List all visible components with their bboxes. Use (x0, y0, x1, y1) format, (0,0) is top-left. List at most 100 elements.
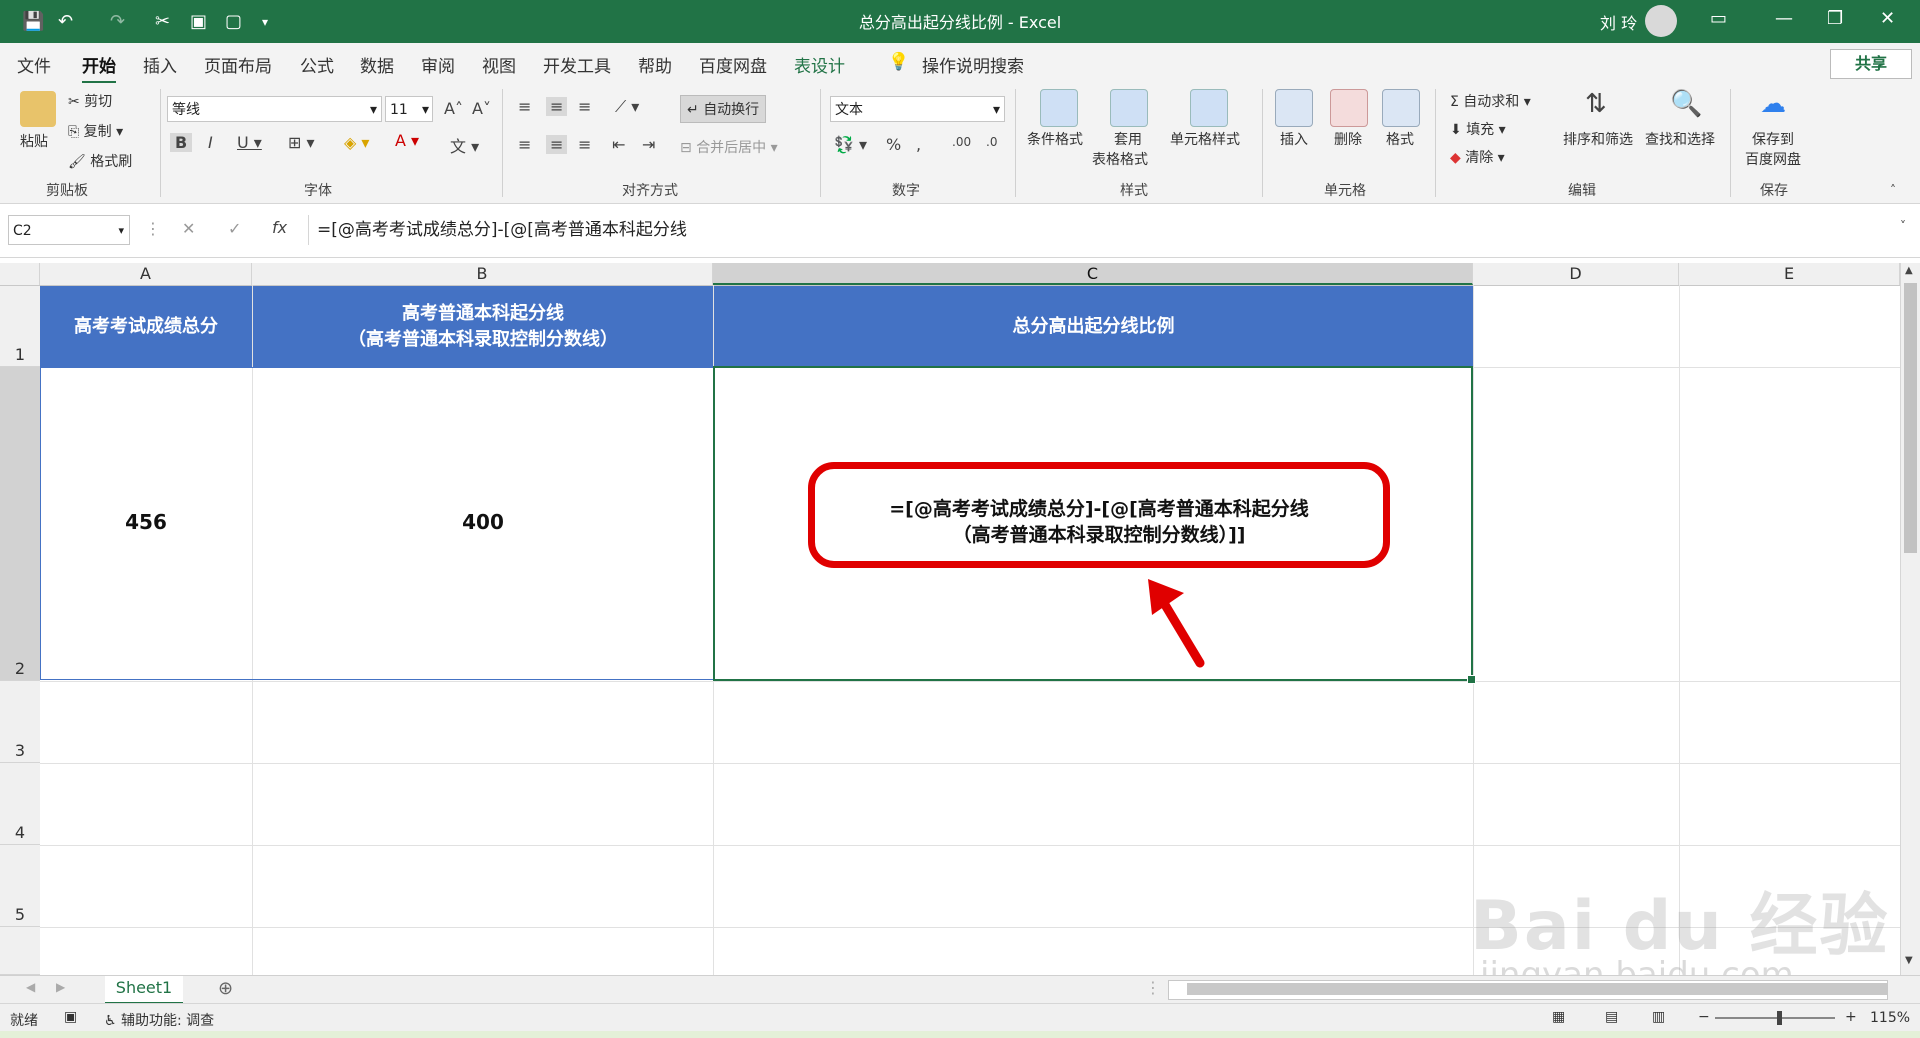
prev-sheet-icon[interactable]: ◀ (26, 980, 35, 994)
insert-cells-button[interactable]: 插入 (1280, 129, 1308, 149)
header-cell-a1[interactable]: 高考考试成绩总分 (40, 286, 252, 367)
comma-icon[interactable]: , (916, 135, 921, 154)
normal-view-icon[interactable]: ▦ (1552, 1009, 1565, 1025)
format-as-table-icon[interactable] (1110, 89, 1148, 127)
row-header-2[interactable]: 2 (0, 367, 40, 681)
cancel-entry-icon[interactable]: ✕ (182, 219, 195, 238)
vertical-scrollbar[interactable]: ▲ ▼ (1900, 263, 1920, 975)
user-name[interactable]: 刘 玲 (1600, 10, 1637, 34)
scroll-down-icon[interactable]: ▼ (1905, 955, 1913, 966)
accessibility-status[interactable]: ♿ 辅助功能: 调查 (104, 1010, 214, 1030)
row-header-6[interactable] (0, 927, 40, 975)
font-color-icon[interactable]: A ▾ (395, 131, 419, 150)
tab-developer[interactable]: 开发工具 (543, 52, 611, 77)
expand-formula-icon[interactable]: ˅ (1900, 219, 1906, 233)
avatar[interactable] (1645, 5, 1677, 37)
tab-data[interactable]: 数据 (360, 52, 394, 77)
insert-cells-icon[interactable] (1275, 89, 1313, 127)
select-all-corner[interactable] (0, 263, 40, 285)
align-top-icon[interactable]: ≡ (518, 97, 531, 116)
column-header-d[interactable]: D (1473, 263, 1679, 285)
decrease-decimal-icon[interactable]: .0 (986, 135, 997, 149)
header-cell-c1[interactable]: 总分高出起分线比例 (714, 286, 1473, 367)
paste-icon[interactable] (20, 91, 56, 127)
save-netdisk-line1[interactable]: 保存到 (1752, 129, 1794, 149)
increase-decimal-icon[interactable]: .00 (952, 135, 971, 149)
currency-icon[interactable]: 💱 ▾ (834, 135, 867, 154)
cell-c2-formula[interactable]: =[@高考考试成绩总分]-[@[高考普通本科起分线 （高考普通本科录取控制分数线… (820, 496, 1378, 548)
macro-record-icon[interactable]: ▣ (64, 1009, 77, 1025)
zoom-slider[interactable] (1715, 1011, 1835, 1025)
format-as-table-line1[interactable]: 套用 (1114, 129, 1142, 149)
increase-font-icon[interactable]: A˄ (444, 99, 463, 118)
align-right-icon[interactable]: ≡ (578, 135, 591, 154)
horizontal-scroll-thumb[interactable] (1187, 983, 1887, 995)
zoom-level[interactable]: 115% (1870, 1010, 1910, 1026)
decrease-indent-icon[interactable]: ⇤ (612, 135, 625, 154)
delete-cells-button[interactable]: 删除 (1334, 129, 1362, 149)
percent-icon[interactable]: % (886, 135, 901, 154)
align-middle-icon[interactable]: ≡ (546, 97, 568, 116)
number-format-select[interactable]: 文本 ▾ (830, 96, 1005, 122)
add-sheet-icon[interactable]: ⊕ (218, 978, 233, 999)
page-layout-view-icon[interactable]: ▤ (1605, 1009, 1618, 1025)
conditional-format-icon[interactable] (1040, 89, 1078, 127)
row-header-5[interactable]: 5 (0, 845, 40, 927)
bold-icon[interactable]: B (170, 133, 193, 152)
row-header-4[interactable]: 4 (0, 763, 40, 845)
decrease-font-icon[interactable]: A˅ (472, 99, 491, 118)
fill-color-icon[interactable]: ◈ ▾ (344, 133, 369, 152)
header-cell-b1[interactable]: 高考普通本科起分线 （高考普通本科录取控制分数线） (253, 286, 713, 367)
tab-home[interactable]: 开始 (82, 52, 116, 84)
italic-icon[interactable]: I (208, 133, 213, 152)
zoom-in-icon[interactable]: + (1845, 1009, 1857, 1025)
tab-review[interactable]: 审阅 (421, 52, 455, 77)
baidu-netdisk-icon[interactable]: ☁ (1760, 89, 1786, 119)
zoom-slider-thumb[interactable] (1777, 1011, 1782, 1025)
merge-center-button[interactable]: ⊟ 合并后居中 ▾ (680, 137, 778, 157)
vertical-scroll-thumb[interactable] (1904, 283, 1917, 553)
tab-help[interactable]: 帮助 (638, 52, 672, 77)
clear-button[interactable]: ◆ 清除 ▾ (1450, 147, 1505, 167)
close-icon[interactable]: ✕ (1880, 8, 1895, 29)
orientation-icon[interactable]: ⟋ ▾ (615, 97, 639, 117)
cut-button[interactable]: ✂ 剪切 (68, 91, 112, 111)
font-name-select[interactable]: 等线 ▾ (167, 96, 382, 122)
collapse-ribbon-icon[interactable]: ˄ (1890, 183, 1896, 197)
increase-indent-icon[interactable]: ⇥ (642, 135, 655, 154)
fill-button[interactable]: ⬇ 填充 ▾ (1450, 119, 1506, 139)
find-select-icon[interactable]: 🔍 (1670, 89, 1702, 119)
confirm-entry-icon[interactable]: ✓ (228, 219, 241, 238)
page-break-view-icon[interactable]: ▥ (1652, 1009, 1665, 1025)
wrap-text-button[interactable]: ↵ 自动换行 (680, 95, 767, 123)
font-size-select[interactable]: 11 ▾ (385, 96, 433, 122)
conditional-format-button[interactable]: 条件格式 (1027, 129, 1083, 149)
align-bottom-icon[interactable]: ≡ (578, 97, 591, 116)
row-header-3[interactable]: 3 (0, 681, 40, 763)
tab-page-layout[interactable]: 页面布局 (204, 52, 272, 77)
autosum-button[interactable]: Σ 自动求和 ▾ (1450, 91, 1531, 111)
sort-filter-icon[interactable]: ⇅ (1585, 89, 1607, 119)
minimize-icon[interactable]: — (1775, 8, 1793, 29)
column-header-e[interactable]: E (1679, 263, 1900, 285)
split-handle-icon[interactable]: ⋮ (1145, 978, 1161, 997)
find-select-button[interactable]: 查找和选择 (1645, 129, 1715, 149)
cell-styles-button[interactable]: 单元格样式 (1170, 129, 1240, 149)
paste-button[interactable]: 粘贴 (20, 131, 48, 151)
tab-insert[interactable]: 插入 (143, 52, 177, 77)
align-left-icon[interactable]: ≡ (518, 135, 531, 154)
row-header-1[interactable]: 1 (0, 286, 40, 367)
column-header-a[interactable]: A (40, 263, 252, 285)
tab-formulas[interactable]: 公式 (300, 52, 334, 77)
share-button[interactable]: 共享 (1830, 49, 1912, 79)
format-cells-icon[interactable] (1382, 89, 1420, 127)
restore-icon[interactable]: ❐ (1827, 8, 1843, 29)
cell-a2[interactable]: 456 (40, 510, 252, 534)
insert-function-icon[interactable]: fx (272, 218, 287, 237)
border-icon[interactable]: ⊞ ▾ (288, 133, 315, 152)
zoom-out-icon[interactable]: − (1698, 1009, 1710, 1025)
format-painter-button[interactable]: 🖌 格式刷 (68, 151, 132, 171)
tab-baidu-netdisk[interactable]: 百度网盘 (699, 52, 767, 77)
sort-filter-button[interactable]: 排序和筛选 (1563, 129, 1633, 149)
column-header-b[interactable]: B (252, 263, 713, 285)
